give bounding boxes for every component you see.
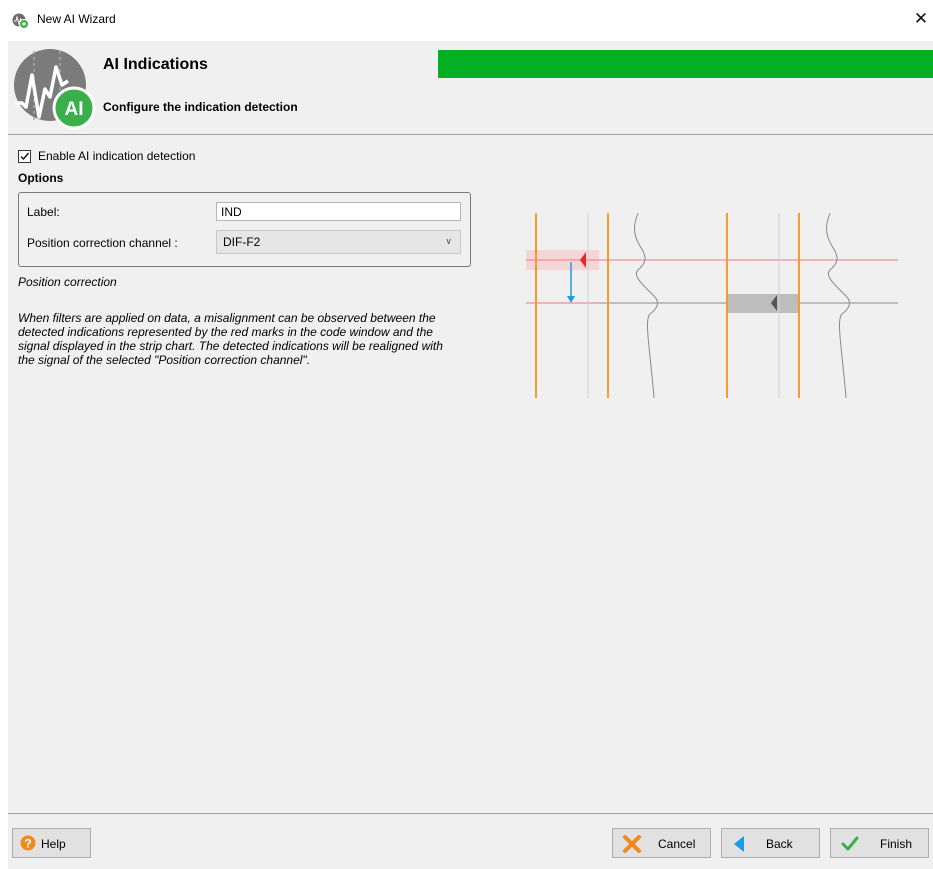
back-label: Back: [766, 837, 793, 851]
checkmark-icon: [20, 152, 30, 160]
options-heading: Options: [18, 171, 64, 185]
signal-trace: [634, 212, 658, 398]
cancel-icon: [623, 835, 641, 853]
wizard-header: AI AI Indications Configure the indicati…: [8, 41, 933, 134]
window-title: New AI Wizard: [37, 12, 116, 26]
corrected-highlight: [727, 294, 799, 313]
close-button[interactable]: ✕: [909, 6, 933, 32]
wizard-footer: ? Help Cancel Back Finish: [8, 814, 933, 869]
position-correction-illustration: [526, 212, 898, 398]
label-input[interactable]: [216, 202, 461, 221]
position-channel-select[interactable]: DIF-F2 ∨: [216, 230, 461, 254]
wizard-window: New AI Wizard ✕ AI AI Indications Config…: [0, 0, 933, 869]
signal-trace: [826, 212, 850, 398]
checkmark-icon: [841, 836, 859, 851]
main-content: Enable AI indication detection Options L…: [8, 135, 933, 813]
title-bar: New AI Wizard ✕: [0, 0, 933, 41]
finish-button[interactable]: Finish: [830, 828, 929, 858]
position-channel-label: Position correction channel :: [27, 236, 178, 250]
position-correction-description: When filters are applied on data, a misa…: [18, 311, 443, 367]
app-icon: [12, 13, 29, 29]
enable-detection-row[interactable]: Enable AI indication detection: [18, 148, 195, 164]
label-field-label: Label:: [27, 205, 60, 219]
logo-text: AI: [65, 99, 84, 120]
page-title: AI Indications: [103, 56, 208, 73]
back-button[interactable]: Back: [721, 828, 820, 858]
help-icon: ?: [20, 835, 36, 851]
arrow-head-icon: [567, 296, 575, 303]
progress-bar: [438, 50, 933, 78]
finish-label: Finish: [880, 837, 913, 851]
options-group: Label: Position correction channel : DIF…: [18, 192, 471, 267]
enable-detection-checkbox[interactable]: [18, 149, 31, 163]
svg-text:?: ?: [24, 837, 31, 851]
help-label: Help: [41, 837, 66, 851]
ai-logo-icon: AI: [14, 49, 96, 130]
position-channel-value: DIF-F2: [223, 235, 261, 249]
back-arrow-icon: [734, 836, 744, 852]
chevron-down-icon: ∨: [445, 237, 452, 247]
enable-detection-label[interactable]: Enable AI indication detection: [38, 149, 195, 163]
cancel-label: Cancel: [658, 837, 696, 851]
page-subtitle: Configure the indication detection: [103, 100, 298, 114]
position-correction-title: Position correction: [18, 275, 117, 289]
cancel-button[interactable]: Cancel: [612, 828, 711, 858]
help-button[interactable]: ? Help: [12, 828, 91, 858]
